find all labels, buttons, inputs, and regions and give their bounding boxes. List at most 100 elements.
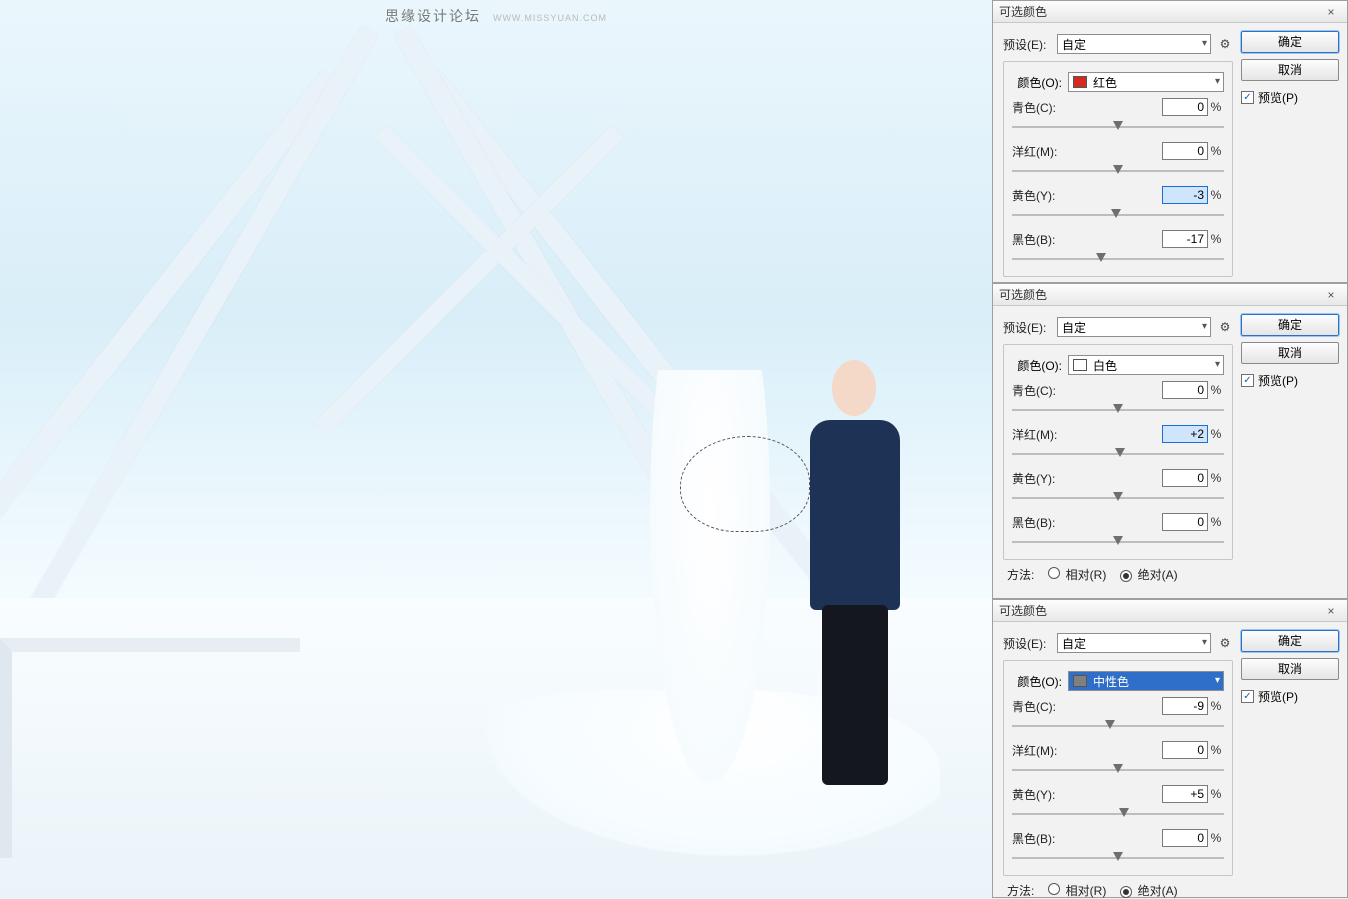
dialog-title: 可选颜色 — [999, 286, 1321, 303]
wedding-couple — [560, 350, 940, 860]
percent-label: % — [1208, 515, 1224, 529]
slider-label-cyan: 青色(C): — [1012, 382, 1162, 399]
slider-label-yellow: 黄色(Y): — [1012, 786, 1162, 803]
close-icon[interactable]: × — [1321, 604, 1341, 618]
slider-label-black: 黑色(B): — [1012, 231, 1162, 248]
percent-label: % — [1208, 383, 1224, 397]
slider-value-cyan[interactable]: 0 — [1162, 98, 1208, 116]
method-relative[interactable]: 相对(R) — [1048, 566, 1106, 583]
preset-value: 自定 — [1062, 36, 1086, 53]
gear-icon[interactable]: ⚙ — [1217, 37, 1233, 51]
method-label: 方法: — [1007, 566, 1034, 583]
slider-value-magenta[interactable]: 0 — [1162, 142, 1208, 160]
slider-track-yellow[interactable] — [1012, 491, 1224, 505]
image-canvas: 思缘设计论坛 WWW.MISSYUAN.COM — [0, 0, 992, 898]
close-icon[interactable]: × — [1321, 288, 1341, 302]
percent-label: % — [1208, 100, 1224, 114]
color-name: 白色 — [1093, 357, 1117, 374]
colors-select[interactable]: 中性色 ▾ — [1068, 671, 1224, 691]
slider-track-magenta[interactable] — [1012, 164, 1224, 178]
marquee-selection — [680, 436, 810, 532]
color-name: 红色 — [1093, 74, 1117, 91]
preview-label: 预览(P) — [1258, 688, 1298, 705]
watermark: 思缘设计论坛 WWW.MISSYUAN.COM — [385, 6, 607, 26]
selective-color-dialog-2: 可选颜色 × 预设(E): 自定 ▾ ⚙ 颜色(O): — [992, 283, 1348, 599]
percent-label: % — [1208, 232, 1224, 246]
preset-select[interactable]: 自定 ▾ — [1057, 633, 1211, 653]
watermark-text: 思缘设计论坛 — [385, 8, 481, 24]
slider-track-cyan[interactable] — [1012, 403, 1224, 417]
gear-icon[interactable]: ⚙ — [1217, 636, 1233, 650]
color-name: 中性色 — [1093, 673, 1129, 690]
slider-label-cyan: 青色(C): — [1012, 698, 1162, 715]
color-swatch-icon — [1073, 675, 1087, 687]
slider-label-yellow: 黄色(Y): — [1012, 470, 1162, 487]
slider-track-black[interactable] — [1012, 252, 1224, 266]
preview-checkbox[interactable]: ✓预览(P) — [1241, 372, 1339, 389]
slider-track-black[interactable] — [1012, 851, 1224, 865]
percent-label: % — [1208, 144, 1224, 158]
method-absolute[interactable]: 绝对(A) — [1120, 566, 1177, 583]
ok-button[interactable]: 确定 — [1241, 314, 1339, 336]
ok-button[interactable]: 确定 — [1241, 31, 1339, 53]
slider-value-yellow[interactable]: +5 — [1162, 785, 1208, 803]
watermark-url: WWW.MISSYUAN.COM — [493, 13, 607, 23]
slider-track-black[interactable] — [1012, 535, 1224, 549]
method-label: 方法: — [1007, 882, 1034, 899]
slider-track-yellow[interactable] — [1012, 807, 1224, 821]
slider-value-black[interactable]: 0 — [1162, 829, 1208, 847]
slider-value-magenta[interactable]: 0 — [1162, 741, 1208, 759]
selective-color-dialog-3: 可选颜色 × 预设(E): 自定 ▾ ⚙ 颜色(O): — [992, 599, 1348, 898]
slider-value-black[interactable]: 0 — [1162, 513, 1208, 531]
slider-value-cyan[interactable]: -9 — [1162, 697, 1208, 715]
slider-label-black: 黑色(B): — [1012, 514, 1162, 531]
preset-select[interactable]: 自定 ▾ — [1057, 317, 1211, 337]
chevron-down-icon: ▾ — [1215, 675, 1220, 686]
slider-track-magenta[interactable] — [1012, 763, 1224, 777]
slider-track-cyan[interactable] — [1012, 120, 1224, 134]
gear-icon[interactable]: ⚙ — [1217, 320, 1233, 334]
preview-label: 预览(P) — [1258, 89, 1298, 106]
slider-label-magenta: 洋红(M): — [1012, 143, 1162, 160]
preview-checkbox[interactable]: ✓预览(P) — [1241, 89, 1339, 106]
slider-value-yellow[interactable]: 0 — [1162, 469, 1208, 487]
adjust-group: 颜色(O): 白色 ▾ 青色(C): 0 % 洋 — [1003, 344, 1233, 560]
percent-label: % — [1208, 743, 1224, 757]
slider-value-cyan[interactable]: 0 — [1162, 381, 1208, 399]
method-relative[interactable]: 相对(R) — [1048, 882, 1106, 899]
percent-label: % — [1208, 188, 1224, 202]
adjust-group: 颜色(O): 中性色 ▾ 青色(C): -9 % — [1003, 660, 1233, 876]
cancel-button[interactable]: 取消 — [1241, 342, 1339, 364]
slider-track-magenta[interactable] — [1012, 447, 1224, 461]
color-swatch-icon — [1073, 76, 1087, 88]
preset-select[interactable]: 自定 ▾ — [1057, 34, 1211, 54]
cancel-button[interactable]: 取消 — [1241, 59, 1339, 81]
slider-label-yellow: 黄色(Y): — [1012, 187, 1162, 204]
adjust-group: 颜色(O): 红色 ▾ 青色(C): 0 % 洋 — [1003, 61, 1233, 277]
slider-value-magenta[interactable]: +2 — [1162, 425, 1208, 443]
percent-label: % — [1208, 471, 1224, 485]
slider-label-magenta: 洋红(M): — [1012, 426, 1162, 443]
slider-value-yellow[interactable]: -3 — [1162, 186, 1208, 204]
preview-checkbox[interactable]: ✓预览(P) — [1241, 688, 1339, 705]
method-row: 方法: 相对(R) 绝对(A) — [1003, 882, 1233, 899]
color-swatch-icon — [1073, 359, 1087, 371]
close-icon[interactable]: × — [1321, 5, 1341, 19]
percent-label: % — [1208, 787, 1224, 801]
slider-label-magenta: 洋红(M): — [1012, 742, 1162, 759]
colors-select[interactable]: 红色 ▾ — [1068, 72, 1224, 92]
ok-button[interactable]: 确定 — [1241, 630, 1339, 652]
slider-track-yellow[interactable] — [1012, 208, 1224, 222]
dialog-title: 可选颜色 — [999, 602, 1321, 619]
cancel-button[interactable]: 取消 — [1241, 658, 1339, 680]
slider-value-black[interactable]: -17 — [1162, 230, 1208, 248]
colors-select[interactable]: 白色 ▾ — [1068, 355, 1224, 375]
percent-label: % — [1208, 699, 1224, 713]
slider-track-cyan[interactable] — [1012, 719, 1224, 733]
preset-value: 自定 — [1062, 319, 1086, 336]
percent-label: % — [1208, 831, 1224, 845]
dialog-title: 可选颜色 — [999, 3, 1321, 20]
method-absolute[interactable]: 绝对(A) — [1120, 882, 1177, 899]
preset-label: 预设(E): — [1003, 319, 1057, 336]
chevron-down-icon: ▾ — [1215, 359, 1220, 370]
